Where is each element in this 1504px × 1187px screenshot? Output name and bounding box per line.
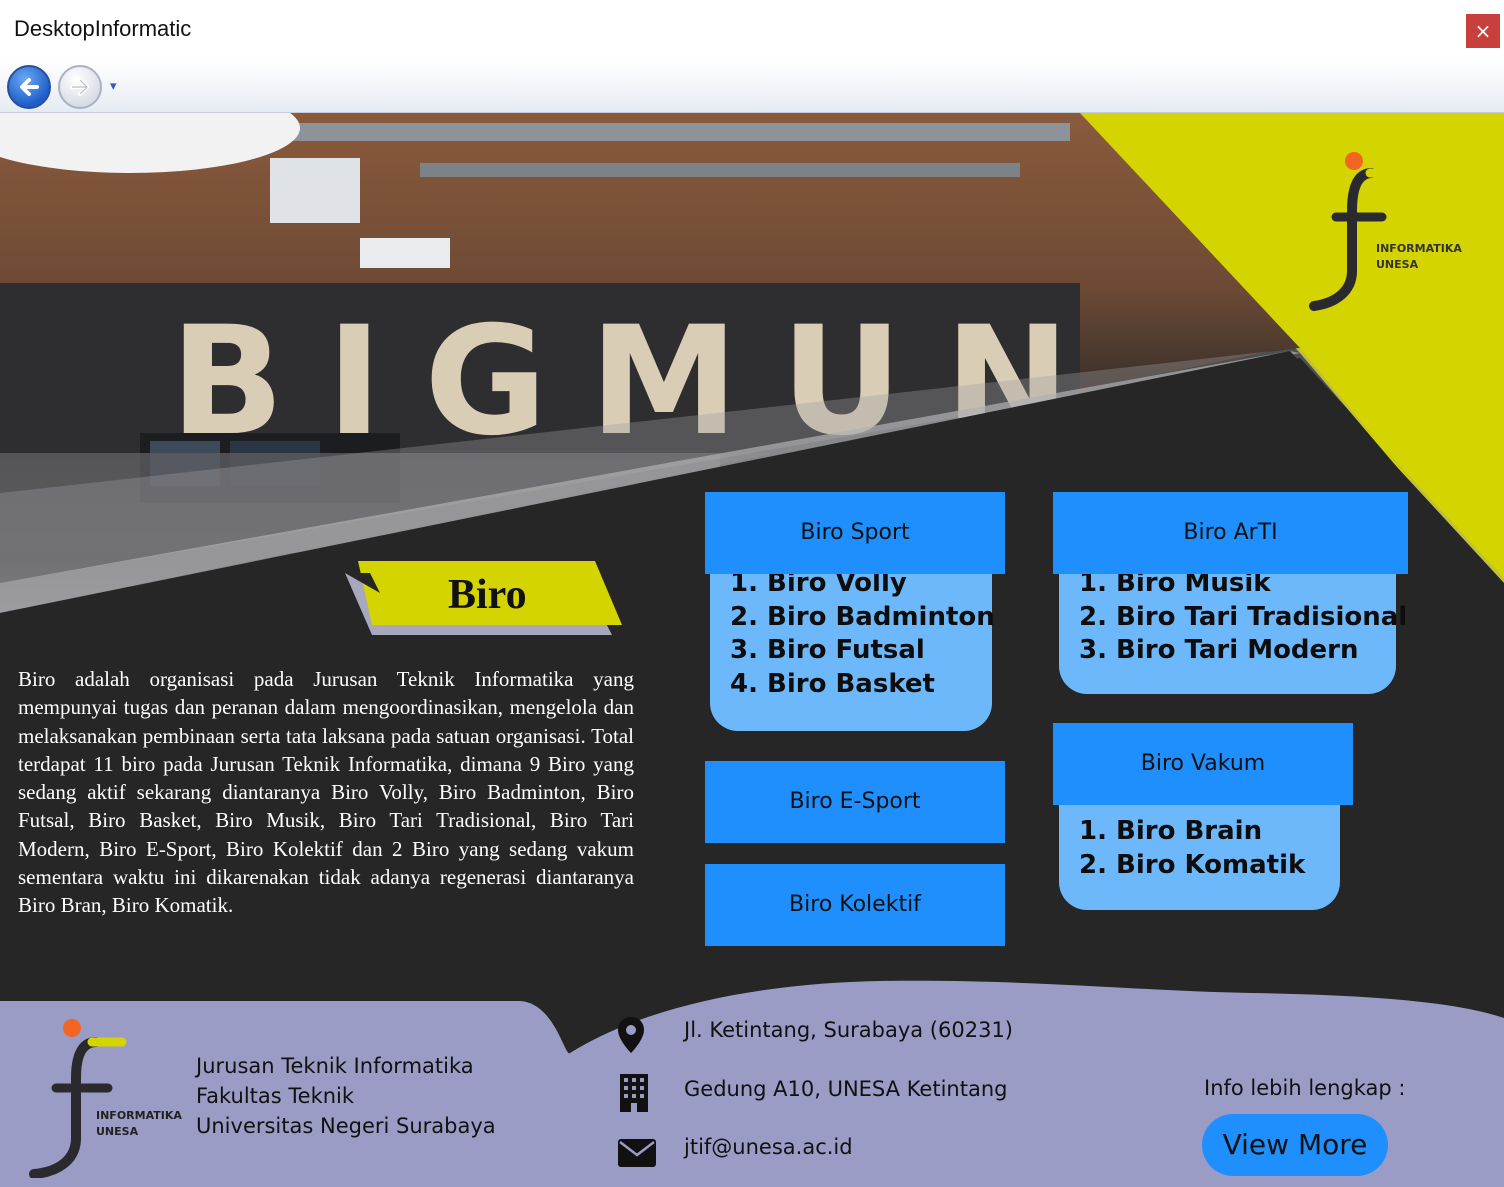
- card-arti-list: 1. Biro Musik 2. Biro Tari Tradisional 3…: [1059, 561, 1408, 694]
- footer-logo: INFORMATIKA UNESA: [28, 1018, 182, 1182]
- back-arrow-icon: [20, 78, 39, 96]
- footer-address: Jl. Ketintang, Surabaya (60231): [684, 1018, 1013, 1042]
- list-item: 2. Biro Badminton: [730, 601, 995, 632]
- history-dropdown-button[interactable]: ▾: [110, 79, 117, 94]
- building-icon: [620, 1074, 648, 1112]
- view-more-button[interactable]: View More: [1202, 1114, 1388, 1176]
- back-button[interactable]: [7, 65, 51, 109]
- page-content: BIGMUN INFORMATIKA UNESA Biro Biro adala…: [0, 113, 1504, 1187]
- logo-text-line2: UNESA: [1376, 258, 1419, 271]
- footer-org-info: Jurusan Teknik Informatika Fakultas Tekn…: [196, 1051, 496, 1141]
- footer-faculty: Fakultas Teknik: [196, 1084, 355, 1108]
- section-description: Biro adalah organisasi pada Jurusan Tekn…: [18, 667, 634, 918]
- footer-logo-text-line2: UNESA: [96, 1125, 139, 1138]
- card-arti-button[interactable]: Biro ArTI: [1053, 492, 1408, 574]
- location-pin-icon: [618, 1017, 644, 1053]
- window-title: DesktopInformatic: [14, 16, 192, 41]
- card-vakum-list: 1. Biro Brain 2. Biro Komatik: [1059, 793, 1340, 910]
- informatika-unesa-logo: INFORMATIKA UNESA: [1306, 151, 1462, 315]
- footer-logo-text-line1: INFORMATIKA: [96, 1109, 182, 1122]
- footer-university: Universitas Negeri Surabaya: [196, 1114, 496, 1138]
- list-item: 3. Biro Tari Modern: [1079, 635, 1359, 665]
- footer-logo-f-icon: [29, 1019, 127, 1179]
- list-item: 1. Biro Brain: [1079, 816, 1263, 846]
- footer-building: Gedung A10, UNESA Ketintang: [684, 1077, 1008, 1101]
- section-title: Biro: [448, 572, 527, 618]
- logo-f-icon: [1309, 152, 1407, 311]
- logo-text-line1: INFORMATIKA: [1376, 242, 1462, 255]
- card-esport-button[interactable]: Biro E-Sport: [705, 761, 1005, 843]
- footer-department: Jurusan Teknik Informatika: [196, 1054, 474, 1078]
- email-icon: [618, 1139, 656, 1167]
- navigation-bar: ▾: [0, 60, 1504, 113]
- card-kolektif-button[interactable]: Biro Kolektif: [705, 864, 1005, 946]
- list-item: 3. Biro Futsal: [730, 635, 925, 665]
- info-label: Info lebih lengkap :: [1204, 1076, 1406, 1100]
- close-button[interactable]: ×: [1466, 14, 1500, 48]
- window-titlebar: DesktopInformatic ×: [0, 0, 1504, 60]
- card-sport-button[interactable]: Biro Sport: [705, 492, 1005, 574]
- footer-email-link[interactable]: jtif@unesa.ac.id: [684, 1135, 853, 1159]
- list-item: 2. Biro Tari Tradisional: [1079, 601, 1408, 632]
- forward-button[interactable]: [58, 65, 102, 109]
- forward-arrow-icon: [70, 78, 89, 96]
- card-vakum-button[interactable]: Biro Vakum: [1053, 723, 1353, 805]
- list-item: 2. Biro Komatik: [1079, 849, 1306, 880]
- card-sport-list: 1. Biro Volly 2. Biro Badminton 3. Biro …: [710, 561, 995, 731]
- list-item: 4. Biro Basket: [730, 668, 935, 699]
